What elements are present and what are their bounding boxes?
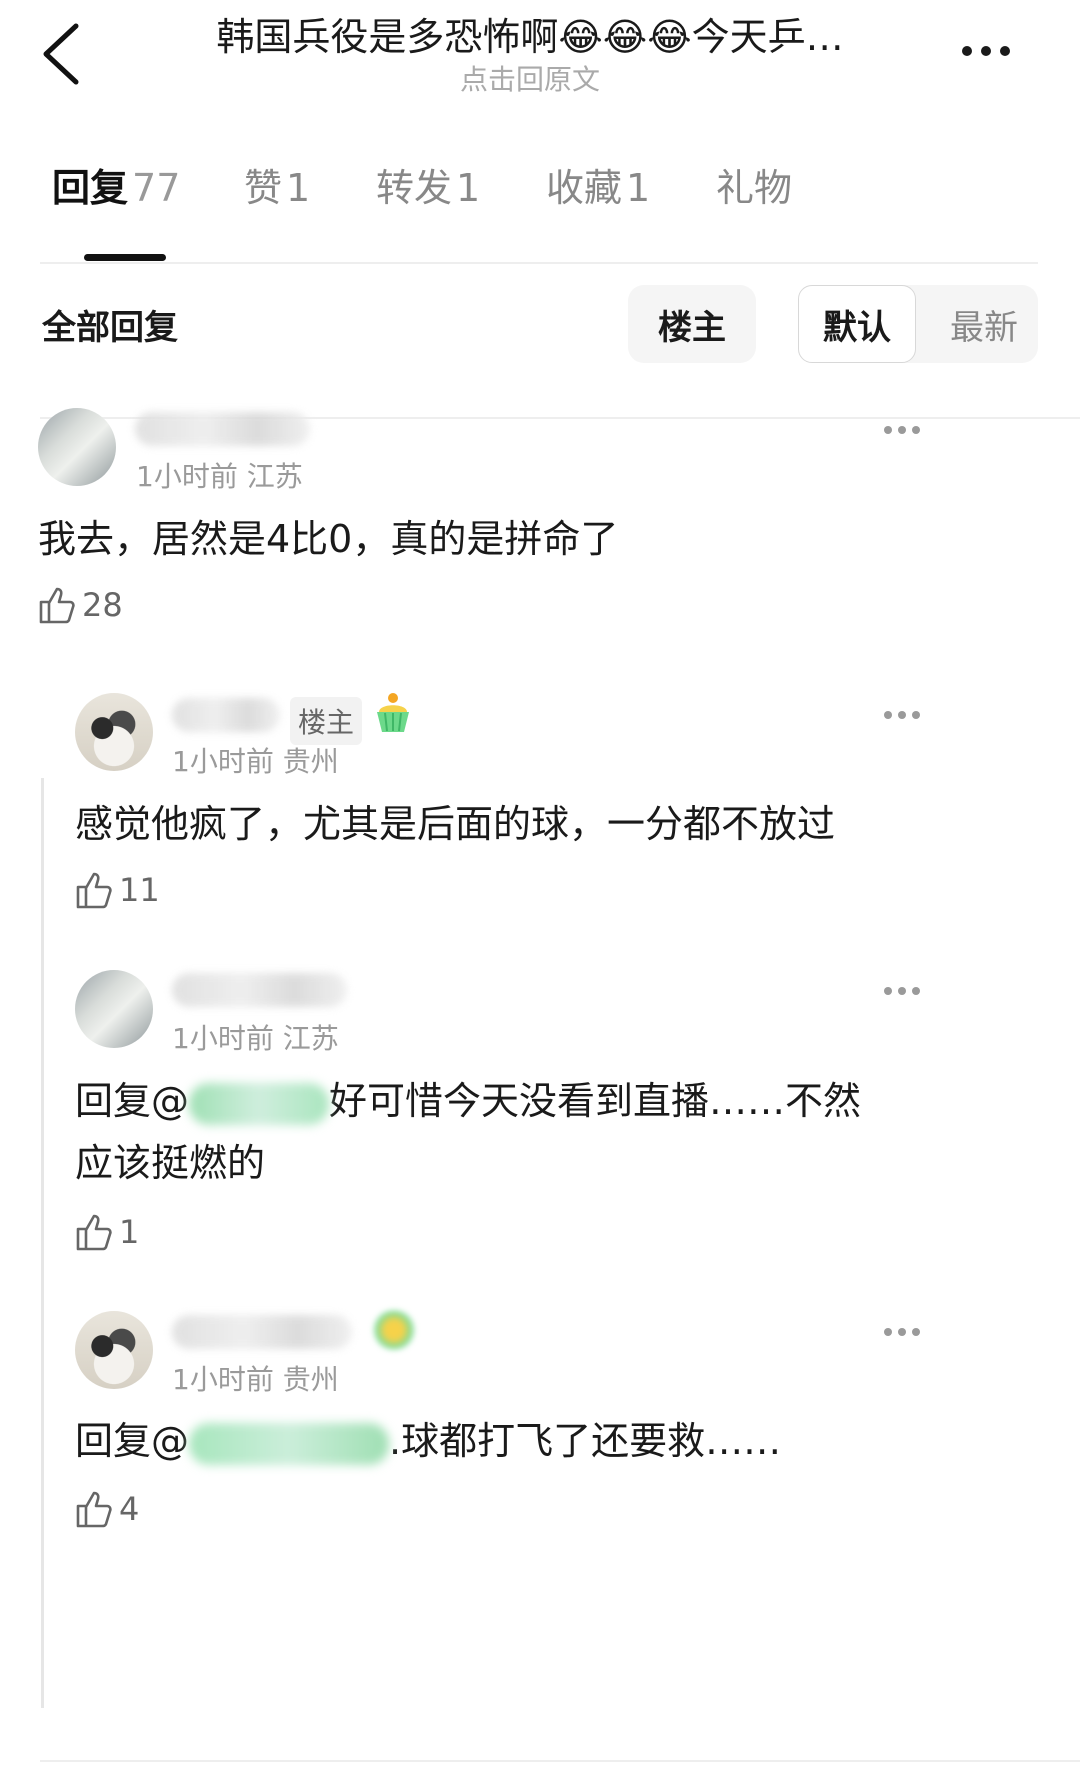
more-icon-dot — [981, 46, 991, 56]
divider — [40, 262, 1038, 264]
username-blurred[interactable] — [172, 698, 280, 732]
op-badge: 楼主 — [290, 697, 363, 745]
comment-more-button[interactable] — [884, 709, 924, 721]
tab-label: 赞 — [244, 166, 283, 210]
mention-blurred[interactable] — [189, 1082, 330, 1125]
tab-label: 回复 — [52, 166, 129, 210]
more-options-button[interactable] — [962, 36, 1022, 66]
reply-prefix: 回复@ — [75, 1079, 190, 1123]
like-count: 1 — [119, 1213, 140, 1251]
more-icon-dot — [912, 711, 920, 719]
op-only-filter-button[interactable]: 楼主 — [628, 285, 756, 363]
more-icon — [884, 1328, 892, 1336]
comment-text: 我去，居然是4比0，真的是拼命了 — [38, 517, 619, 561]
avatar[interactable] — [38, 408, 116, 486]
like-count: 4 — [119, 1490, 140, 1528]
username-blurred[interactable] — [172, 973, 347, 1007]
like-button[interactable]: 11 — [75, 870, 160, 910]
tab-likes[interactable]: 赞1 — [244, 157, 310, 212]
mention-blurred[interactable] — [189, 1422, 390, 1465]
more-icon-dot — [898, 426, 906, 434]
chevron-left-icon — [43, 23, 79, 85]
avatar[interactable] — [75, 970, 153, 1048]
more-icon-dot — [912, 987, 920, 995]
thumbs-up-icon — [76, 1214, 112, 1251]
more-icon-dot — [898, 987, 906, 995]
sort-default-button[interactable]: 默认 — [798, 285, 916, 363]
tab-label: 收藏 — [546, 166, 623, 210]
tab-reposts[interactable]: 转发 1 — [376, 157, 480, 212]
comment-text: 回复@ .球都打飞了还要救…… — [75, 1410, 1035, 1472]
back-to-original-link[interactable]: 点击回原文 — [150, 58, 910, 98]
thumbs-up-icon — [76, 872, 112, 909]
like-button[interactable]: 4 — [75, 1489, 139, 1529]
tab-label: 转发 — [376, 166, 453, 210]
reply-body: .球都打飞了还要救…… — [389, 1419, 782, 1463]
reply-prefix: 回复@ — [75, 1419, 190, 1463]
reply-thread-line — [41, 778, 44, 1708]
like-count: 11 — [119, 871, 160, 909]
like-button[interactable]: 28 — [38, 585, 123, 625]
all-replies-label: 全部回复 — [42, 308, 178, 348]
thumbs-up-icon — [39, 587, 75, 624]
tab-count: 1 — [286, 166, 311, 210]
tab-count: 1 — [626, 166, 651, 210]
badge-icon — [372, 1310, 416, 1350]
comment-text: 感觉他疯了，尤其是后面的球，一分都不放过 — [75, 802, 836, 846]
username-blurred[interactable] — [135, 412, 310, 446]
like-button[interactable]: 1 — [75, 1212, 139, 1252]
like-count: 28 — [82, 586, 123, 624]
thumbs-up-icon — [76, 1491, 112, 1528]
tab-replies[interactable]: 回复 77 — [52, 157, 180, 212]
username-blurred[interactable] — [172, 1315, 352, 1349]
comment-meta: 1小时前 贵州 — [172, 1363, 339, 1396]
comment-more-button[interactable] — [884, 1326, 924, 1338]
cupcake-badge-icon — [373, 690, 413, 736]
more-icon-dot — [1000, 46, 1010, 56]
comment-meta: 1小时前 贵州 — [172, 745, 339, 778]
comment-meta: 1小时前 江苏 — [136, 460, 303, 493]
more-icon-dot — [912, 426, 920, 434]
more-icon — [884, 711, 892, 719]
avatar[interactable] — [75, 1311, 153, 1389]
tab-label: 礼物 — [716, 166, 793, 210]
comment-text: 回复@ 好可惜今天没看到直播……不然应该挺燃的 — [75, 1070, 895, 1194]
active-tab-indicator — [84, 254, 166, 261]
comment-more-button[interactable] — [884, 424, 924, 436]
tab-favorites[interactable]: 收藏 1 — [546, 157, 650, 212]
back-button[interactable] — [38, 18, 98, 88]
more-icon — [884, 426, 892, 434]
avatar[interactable] — [75, 693, 153, 771]
tab-count: 1 — [456, 166, 481, 210]
tab-count: 77 — [132, 166, 181, 210]
more-icon — [884, 987, 892, 995]
more-icon-dot — [912, 1328, 920, 1336]
more-icon-dot — [898, 711, 906, 719]
comment-meta: 1小时前 江苏 — [172, 1022, 339, 1055]
tab-gifts[interactable]: 礼物 — [716, 157, 792, 212]
divider — [40, 1760, 1080, 1762]
sort-latest-button[interactable]: 最新 — [930, 285, 1038, 363]
more-icon — [962, 46, 972, 56]
more-icon-dot — [898, 1328, 906, 1336]
comment-more-button[interactable] — [884, 985, 924, 997]
